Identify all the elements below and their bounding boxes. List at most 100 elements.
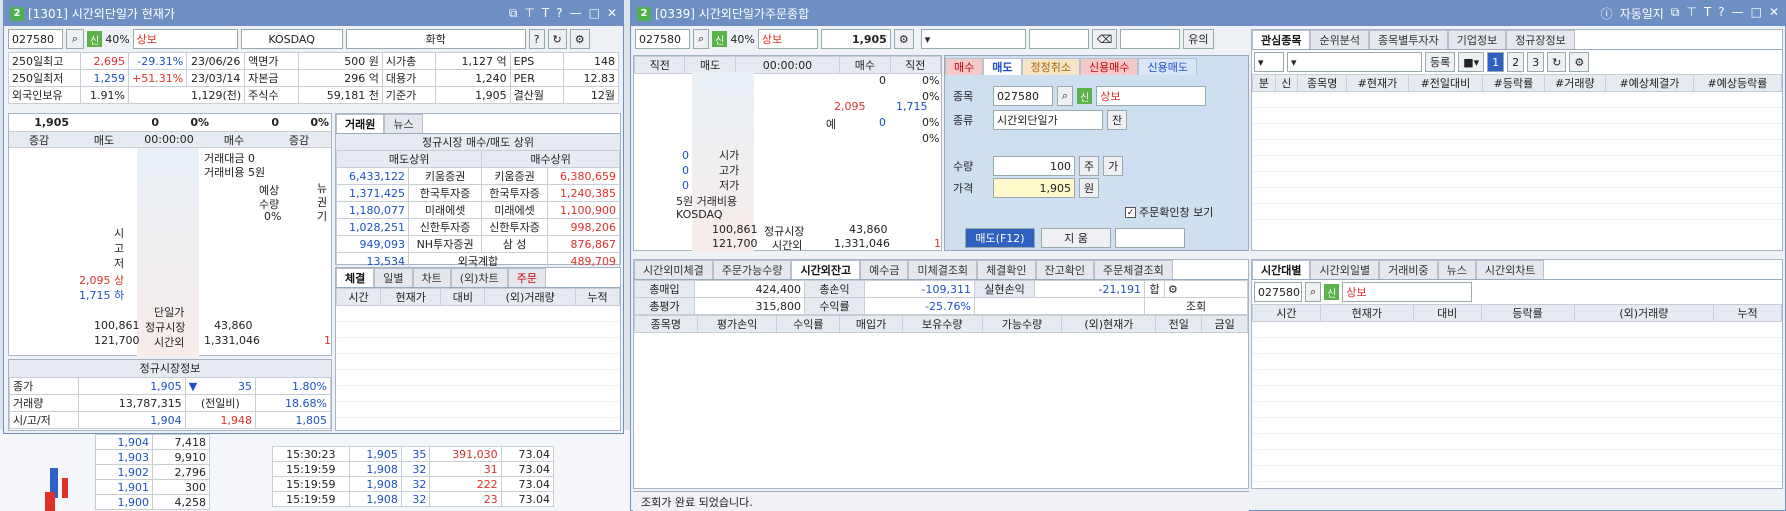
settings-icon[interactable]: ⚙ — [893, 29, 914, 49]
tab-item[interactable]: 주문가능수량 — [712, 260, 792, 279]
pin-icon[interactable]: ⊤ — [524, 6, 534, 21]
broker-panel: 거래원 뉴스 정규시장 매수/매도 상위 매도상위 매수상위 6,433,122 키움… — [335, 113, 621, 270]
status-bar: 조회가 완료 되었습니다. — [633, 491, 1249, 511]
bg-tick-cell: 35 — [400, 446, 431, 462]
watch-group-input[interactable]: ▾ — [1287, 52, 1422, 72]
tick-panel: 시간대별 시간외일별 거래비중 뉴스 시간외차트 027580 ⌕ 신 상보 시간 현재가… — [1251, 259, 1783, 489]
tab-order[interactable]: 주문 — [507, 268, 546, 287]
bg-tick-row: 15:30:23 1,905 35 391,030 73.04 — [272, 446, 555, 462]
tab-item[interactable]: 시간대별 — [1252, 260, 1311, 279]
settings-icon[interactable]: ⚙ — [1569, 52, 1590, 72]
order-tab[interactable]: 신용매도 — [1138, 57, 1197, 75]
column-header: #예상등락률 — [1692, 74, 1783, 92]
page-1-button[interactable]: 1 — [1487, 52, 1505, 72]
bg-qty: 300 — [152, 479, 210, 495]
unit-shares-button[interactable]: 주 — [1079, 156, 1100, 176]
balance-button[interactable]: 잔 — [1107, 110, 1128, 130]
available-button[interactable]: 가 — [1103, 156, 1124, 176]
help-icon[interactable]: ? — [556, 6, 562, 21]
tab-item[interactable]: 주문체결조회 — [1094, 260, 1173, 279]
account-select[interactable]: ▾ — [920, 29, 1026, 49]
tab-daily[interactable]: 일별 — [374, 268, 413, 287]
minimize-icon[interactable]: — — [1732, 5, 1744, 22]
minimize-icon[interactable]: — — [570, 6, 582, 21]
group-select[interactable]: ▾ — [1254, 52, 1284, 72]
font-icon[interactable]: T — [1704, 5, 1711, 22]
link-icon[interactable]: ⧉ — [509, 6, 518, 21]
font-icon[interactable]: T — [542, 6, 549, 21]
order-type-select[interactable]: 시간외단일가 — [993, 110, 1103, 130]
tab-broker[interactable]: 거래원 — [336, 114, 385, 133]
close-icon[interactable]: ✕ — [1769, 5, 1779, 22]
quantity-input[interactable]: 100 — [993, 156, 1075, 176]
window2-titlebar[interactable]: 2 [0339] 시간외단일가주문종합 ⓘ 자동일지 ⧉ ⊤ T? — □ ✕ — [631, 1, 1785, 26]
tab-item[interactable]: 기업정보 — [1447, 30, 1507, 49]
window1-titlebar[interactable]: 2 [1301] 시간외단일가 현재가 ⧉ ⊤ T? — □ ✕ — [4, 1, 623, 26]
confirm-checkbox[interactable]: ✓ 주문확인창 보기 — [1125, 204, 1213, 220]
tab-item[interactable]: 미체결조회 — [908, 260, 978, 279]
close-icon[interactable]: ✕ — [607, 6, 617, 21]
order-tab[interactable]: 매수 — [945, 57, 984, 75]
maximize-icon[interactable]: □ — [1751, 5, 1762, 22]
auto-journal[interactable]: 자동일지 — [1620, 5, 1664, 22]
tab-exec[interactable]: 체결 — [336, 268, 375, 287]
column-header: 대비 — [440, 288, 486, 306]
tab-ext-chart[interactable]: (외)차트 — [450, 268, 508, 287]
stock-code-input[interactable]: 027580 — [8, 29, 63, 49]
eraser-icon[interactable]: ⌫ — [1091, 29, 1118, 49]
clear-button[interactable]: 지 움 — [1041, 228, 1111, 248]
page-2-button[interactable]: 2 — [1507, 52, 1525, 72]
tab-news[interactable]: 뉴스 — [384, 114, 423, 133]
sum-button[interactable]: 합 — [1144, 280, 1165, 298]
column-header: 직전 — [889, 56, 942, 74]
search-icon[interactable]: ⌕ — [1305, 282, 1322, 302]
tab-item[interactable]: 시간외차트 — [1475, 260, 1545, 279]
help-button[interactable]: ? — [528, 29, 545, 49]
tab-item[interactable]: 뉴스 — [1437, 260, 1476, 279]
settings-icon[interactable]: ⚙ — [569, 29, 590, 49]
password-input[interactable] — [1028, 29, 1089, 49]
tab-item[interactable]: 시간외일별 — [1310, 260, 1380, 279]
maximize-icon[interactable]: □ — [589, 6, 600, 21]
order-tab[interactable]: 매도 — [983, 57, 1022, 75]
info-icon[interactable]: ⓘ — [1601, 5, 1613, 22]
tab-item[interactable]: 거래비중 — [1379, 260, 1438, 279]
unit-won-button[interactable]: 원 — [1079, 178, 1100, 198]
page-3-button[interactable]: 3 — [1527, 52, 1545, 72]
search-icon[interactable]: ⌕ — [693, 29, 710, 49]
tick-code-input[interactable]: 027580 — [1254, 282, 1302, 302]
tab-item[interactable]: 관심종목 — [1252, 30, 1311, 49]
tab-item[interactable]: 시간외미체결 — [634, 260, 713, 279]
tab-item[interactable]: 예수금 — [860, 260, 909, 279]
caution-button[interactable]: 유의 — [1183, 29, 1214, 49]
search-icon[interactable]: ⌕ — [66, 29, 84, 49]
register-button[interactable]: 등록 — [1425, 52, 1456, 72]
memo-input[interactable] — [1115, 228, 1185, 248]
help-icon[interactable]: ? — [1718, 5, 1724, 22]
link-icon[interactable]: ⧉ — [1671, 5, 1680, 22]
stock-code-input[interactable]: 027580 — [635, 29, 690, 49]
view-mode-select[interactable]: ■▾ — [1458, 52, 1485, 72]
tab-item[interactable]: 순위분석 — [1310, 30, 1369, 49]
tab-item[interactable]: 체결확인 — [977, 260, 1036, 279]
refresh-icon[interactable]: ↻ — [547, 29, 567, 49]
order-code-input[interactable]: 027580 — [993, 86, 1053, 106]
news-rights-tag[interactable]: 뉴권기 — [317, 182, 327, 224]
search-icon[interactable]: ⌕ — [1057, 86, 1074, 106]
misc-input[interactable] — [1120, 29, 1181, 49]
price-input[interactable]: 1,905 — [993, 178, 1075, 198]
tab-item[interactable]: 종목별투자자 — [1368, 30, 1448, 49]
order-tab[interactable]: 정정취소 — [1021, 57, 1080, 75]
settings-icon[interactable]: ⚙ — [1164, 280, 1248, 298]
pin-icon[interactable]: ⊤ — [1686, 5, 1696, 22]
refresh-icon[interactable]: ↻ — [1547, 52, 1567, 72]
bg-qty: 7,418 — [152, 434, 210, 450]
query-button[interactable]: 조회 — [1144, 297, 1248, 315]
tab-item[interactable]: 잔고확인 — [1035, 260, 1095, 279]
tab-item[interactable]: 정규장정보 — [1506, 30, 1575, 49]
balance-panel: 시간외미체결 주문가능수량 시간외잔고 예수금 미체결조회 체결확인 잔고확인 주문체결조회 … — [633, 259, 1249, 489]
sell-submit-button[interactable]: 매도(F12) — [965, 228, 1035, 248]
order-tab[interactable]: 신용매수 — [1079, 57, 1139, 75]
tab-item[interactable]: 시간외잔고 — [791, 260, 861, 279]
tab-chart[interactable]: 차트 — [412, 268, 451, 287]
